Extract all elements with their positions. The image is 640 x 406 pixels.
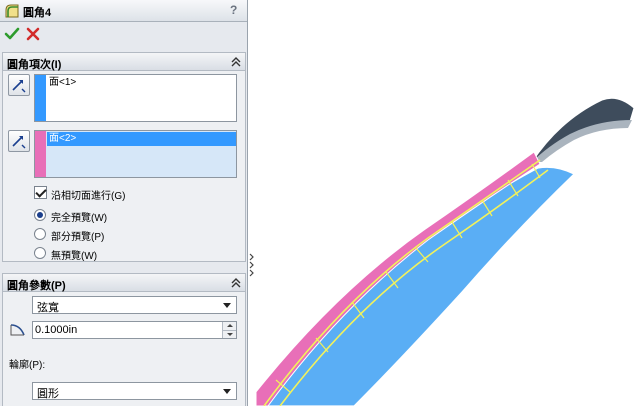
fillet-method-value: 弦寬 <box>37 302 59 314</box>
distance-icon <box>10 324 25 336</box>
fillet-items-header[interactable]: 圓角項次(I) <box>3 53 245 71</box>
panel-titlebar: 圓角4 ? <box>0 0 247 22</box>
fillet-method-dropdown[interactable]: 弦寬 <box>32 296 237 314</box>
distance-input[interactable] <box>35 323 220 337</box>
partial-preview-label[interactable]: 部分預覽(P) <box>51 228 104 243</box>
face-set1-list[interactable]: 面<1> <box>34 74 237 122</box>
cancel-x-icon[interactable] <box>25 26 41 42</box>
collapse-chevron-icon[interactable] <box>229 55 243 69</box>
spin-down-arrow-icon[interactable] <box>222 330 236 338</box>
fillet-items-group: 圓角項次(I) 面<1> 面<2> 沿相切面進行(G) 完全預覽(W) 部分預覽… <box>2 52 246 262</box>
tangent-propagation-checkbox[interactable] <box>34 186 47 199</box>
fillet-items-title: 圓角項次(I) <box>7 59 62 71</box>
face-set1-select-button[interactable] <box>8 74 30 96</box>
profile-label: 輪廓(P): <box>9 360 46 371</box>
full-preview-radio[interactable] <box>34 209 46 221</box>
face-set1-item[interactable]: 面<1> <box>47 76 236 90</box>
distance-spinbox[interactable] <box>32 321 237 339</box>
property-manager-panel: 圓角4 ? 圓角項次(I) 面<1> 面<2> 沿相切面進行(G) 完全預覽(W… <box>0 0 248 406</box>
no-preview-label[interactable]: 無預覽(W) <box>51 247 97 262</box>
dropdown-arrow-icon <box>223 303 231 308</box>
fillet-feature-icon <box>5 4 19 18</box>
spin-up-arrow-icon[interactable] <box>222 322 236 330</box>
face-set2-item[interactable]: 面<2> <box>47 132 236 146</box>
graphics-viewport[interactable] <box>256 0 640 406</box>
fillet-parameters-group: 圓角參數(P) 弦寬 輪廓(P): 圓形 <box>2 273 246 406</box>
face-set1-color-stripe <box>35 75 46 121</box>
dropdown-arrow-icon <box>223 389 231 394</box>
face-set2-color-stripe <box>35 131 46 177</box>
no-preview-radio[interactable] <box>34 247 46 259</box>
profile-value: 圓形 <box>37 388 59 400</box>
tangent-propagation-label[interactable]: 沿相切面進行(G) <box>51 187 125 202</box>
ok-cancel-bar <box>0 22 247 46</box>
fillet-face-1 <box>256 166 576 406</box>
full-preview-label[interactable]: 完全預覽(W) <box>51 209 107 224</box>
face-select-arrow-icon <box>12 80 26 93</box>
panel-splitter-handle[interactable] <box>248 250 256 280</box>
help-button[interactable]: ? <box>230 3 242 18</box>
profile-dropdown[interactable]: 圓形 <box>32 382 237 400</box>
fillet-parameters-header[interactable]: 圓角參數(P) <box>3 274 245 292</box>
face-select-arrow-icon <box>12 136 26 149</box>
face-set2-select-button[interactable] <box>8 130 30 152</box>
panel-title: 圓角4 <box>23 7 52 19</box>
face-set2-list[interactable]: 面<2> <box>34 130 237 178</box>
collapse-chevron-icon[interactable] <box>229 276 243 290</box>
partial-preview-radio[interactable] <box>34 228 46 240</box>
fillet-parameters-title: 圓角參數(P) <box>7 280 66 292</box>
ok-checkmark-icon[interactable] <box>4 26 20 42</box>
